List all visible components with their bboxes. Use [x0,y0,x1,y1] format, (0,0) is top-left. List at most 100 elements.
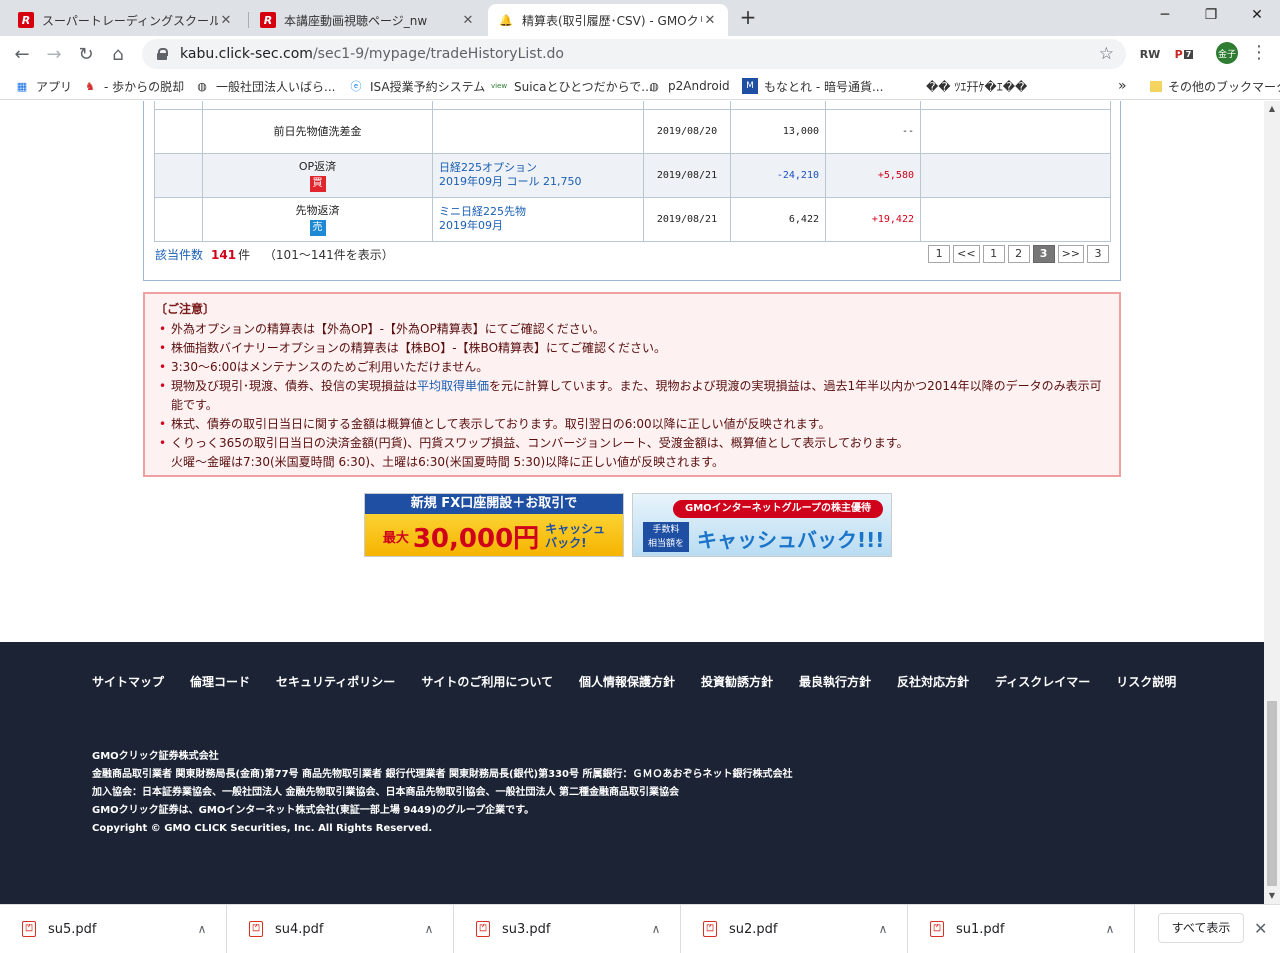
home-button[interactable]: ⌂ [104,40,132,68]
fx-campaign-banner[interactable]: 新規 FX口座開設＋お取引で 最大 30,000円 キャッシュ バック! [364,493,624,557]
chevron-up-icon[interactable]: ∧ [873,922,893,936]
tab-video-page[interactable]: R 本講座動画視聴ページ_nw ✕ [250,4,486,36]
bookmark-item[interactable]: ◍ 一般社団法人いばら... [194,77,335,95]
download-item[interactable]: ⏍ su3.pdf ∧ [454,905,681,953]
download-item[interactable]: ⏍ su4.pdf ∧ [227,905,454,953]
page-1-button[interactable]: 1 [982,245,1005,263]
instrument-detail-link[interactable]: 2019年09月 コール 21,750 [439,175,637,189]
bookmarks-overflow-button[interactable]: » [1118,77,1127,95]
bookmark-item[interactable]: �� ﾂｴ幵ｹ�ｴ�� [904,77,1027,95]
minimize-button[interactable]: ─ [1142,0,1188,30]
trade-profit-loss: +19,422 [825,196,921,242]
scroll-up-arrow-icon[interactable]: ▲ [1264,101,1280,117]
reload-button[interactable]: ↻ [72,40,100,68]
download-item[interactable]: ⏍ su2.pdf ∧ [681,905,908,953]
chevron-up-icon[interactable]: ∧ [192,922,212,936]
download-item[interactable]: ⏍ su5.pdf ∧ [0,905,227,953]
banner-sub-line2: 相当額を [647,539,684,549]
tab-strip: R スーパートレーディングスクールREED KE ✕ R 本講座動画視聴ページ_… [0,0,1280,36]
ie-icon: ⓔ [350,80,362,93]
footer-link-sitemap[interactable]: サイトマップ [92,673,164,690]
close-window-button[interactable]: ✕ [1234,0,1280,30]
chevron-up-icon[interactable]: ∧ [646,922,666,936]
table-cell [920,108,1111,154]
footer-link-ethics[interactable]: 倫理コード [190,673,250,690]
show-all-downloads-button[interactable]: すべて表示 [1158,913,1244,943]
banner-prefix: 最大 [382,530,409,546]
back-button[interactable]: ← [8,40,36,68]
bookmark-item[interactable]: view Suicaとひとつだからで... [490,77,653,95]
tab-close-icon[interactable]: ✕ [702,13,718,28]
chevron-up-icon[interactable]: ∧ [1100,922,1120,936]
instrument-link[interactable]: 日経225オプション [439,161,637,175]
footer-link-disclaimer[interactable]: ディスクレイマー [995,673,1090,690]
gmo-cashback-banner[interactable]: GMOインターネットグループの株主優待 手数料 相当額を キャッシュバック!!! [632,493,892,557]
download-item[interactable]: ⏍ su1.pdf ∧ [908,905,1135,953]
tab-trade-history[interactable]: 🔔 精算表(取引履歴･CSV) - GMOクリ ✕ [488,4,728,36]
average-cost-link[interactable]: 平均取得単価 [417,379,489,393]
bookmark-star-icon[interactable]: ☆ [1099,44,1114,64]
banner-sub-line1: 手数料 [652,525,680,535]
trade-instrument: ミニ日経225先物 2019年09月 [432,196,644,242]
other-bookmarks[interactable]: その他のブックマーク [1150,77,1280,95]
maximize-button[interactable]: ❐ [1188,0,1234,30]
footer-link-terms[interactable]: サイトのご利用について [421,673,553,690]
extension-rw-icon[interactable]: RW [1140,44,1161,64]
tab-close-icon[interactable]: ✕ [460,13,476,28]
trade-amount: 6,422 [730,196,826,242]
bookmark-item[interactable]: ♞ - 歩からの脱却 [82,77,184,95]
footer-link-best-execution[interactable]: 最良執行方針 [799,673,871,690]
download-filename: su3.pdf [502,921,551,937]
reed-r-icon: R [18,12,34,28]
globe-icon: ◍ [197,79,207,93]
footer-link-solicitation[interactable]: 投資勧誘方針 [701,673,773,690]
banner-sub: 手数料 相当額を [643,522,689,552]
page-first-button[interactable]: 1 [928,245,951,263]
instrument-detail-link[interactable]: 2019年09月 [439,219,637,233]
footer-link-antisocial[interactable]: 反社対応方針 [897,673,969,690]
menu-kebab-icon[interactable]: ⋮ [1250,42,1268,66]
page-scrollbar[interactable]: ▲ ▼ [1264,101,1280,904]
page-next-button[interactable]: >> [1057,245,1084,263]
bookmark-item[interactable]: ⓔ ISA授業予約システム [348,77,486,95]
notice-item: 現物及び現引･現渡、債券、投信の実現損益は平均取得単価を元に計算しています。また… [155,377,1109,415]
notice-text: 火曜～金曜は7:30(米国夏時間 6:30)、土曜は6:30(米国夏時間 5:3… [171,455,724,469]
bookmark-label: アプリ [36,79,73,94]
url-path: /sec1-9/mypage/tradeHistoryList.do [312,46,564,62]
page-2-button[interactable]: 2 [1007,245,1030,263]
page-last-button[interactable]: 3 [1087,245,1109,263]
tab-close-icon[interactable]: ✕ [218,13,234,28]
table-cell [920,196,1111,242]
banner-body: キャッシュバック!!! [697,528,885,552]
tab-reed-school[interactable]: R スーパートレーディングスクールREED KE ✕ [8,4,244,36]
table-row: 前日先物値洗差金 2019/08/20 13,000 -- [154,108,1111,154]
bookmark-item[interactable]: ◍ p2Android [646,77,730,95]
page-prev-button[interactable]: << [953,245,980,263]
chevron-up-icon[interactable]: ∧ [419,922,439,936]
close-shelf-icon[interactable]: ✕ [1254,919,1267,938]
new-tab-button[interactable]: + [738,6,758,28]
download-filename: su2.pdf [729,921,778,937]
bookmark-label: - 歩からの脱却 [104,79,185,94]
instrument-link[interactable]: ミニ日経225先物 [439,205,637,219]
pdf-file-icon: ⏍ [249,921,263,937]
bookmark-apps[interactable]: ▦ アプリ [14,77,72,95]
bookmark-item[interactable]: M もなとれ - 暗号通貨... [742,77,883,95]
trade-type: 先物返済 [295,204,340,217]
view-icon: view [490,82,508,90]
extension-p-icon[interactable]: P 7 [1174,44,1194,64]
footer-link-privacy[interactable]: 個人情報保護方針 [579,673,675,690]
footer-link-risk[interactable]: リスク説明 [1116,673,1176,690]
banner-heading: 新規 FX口座開設＋お取引で [365,494,623,514]
forward-button[interactable]: → [40,40,68,68]
result-count: 該当件数 141 件 （101～141件を表示） [155,246,394,263]
address-bar[interactable]: kabu.click-sec.com/sec1-9/mypage/tradeHi… [142,39,1126,69]
bookmark-label: p2Android [668,79,730,93]
result-count-number: 141 [211,248,237,262]
scrollbar-thumb[interactable] [1267,701,1277,886]
blank-icon [904,78,920,94]
profile-avatar[interactable]: 金子 [1216,42,1238,64]
monatore-icon: M [742,78,758,94]
footer-link-security[interactable]: セキュリティポリシー [276,673,395,690]
scroll-down-arrow-icon[interactable]: ▼ [1264,888,1280,904]
